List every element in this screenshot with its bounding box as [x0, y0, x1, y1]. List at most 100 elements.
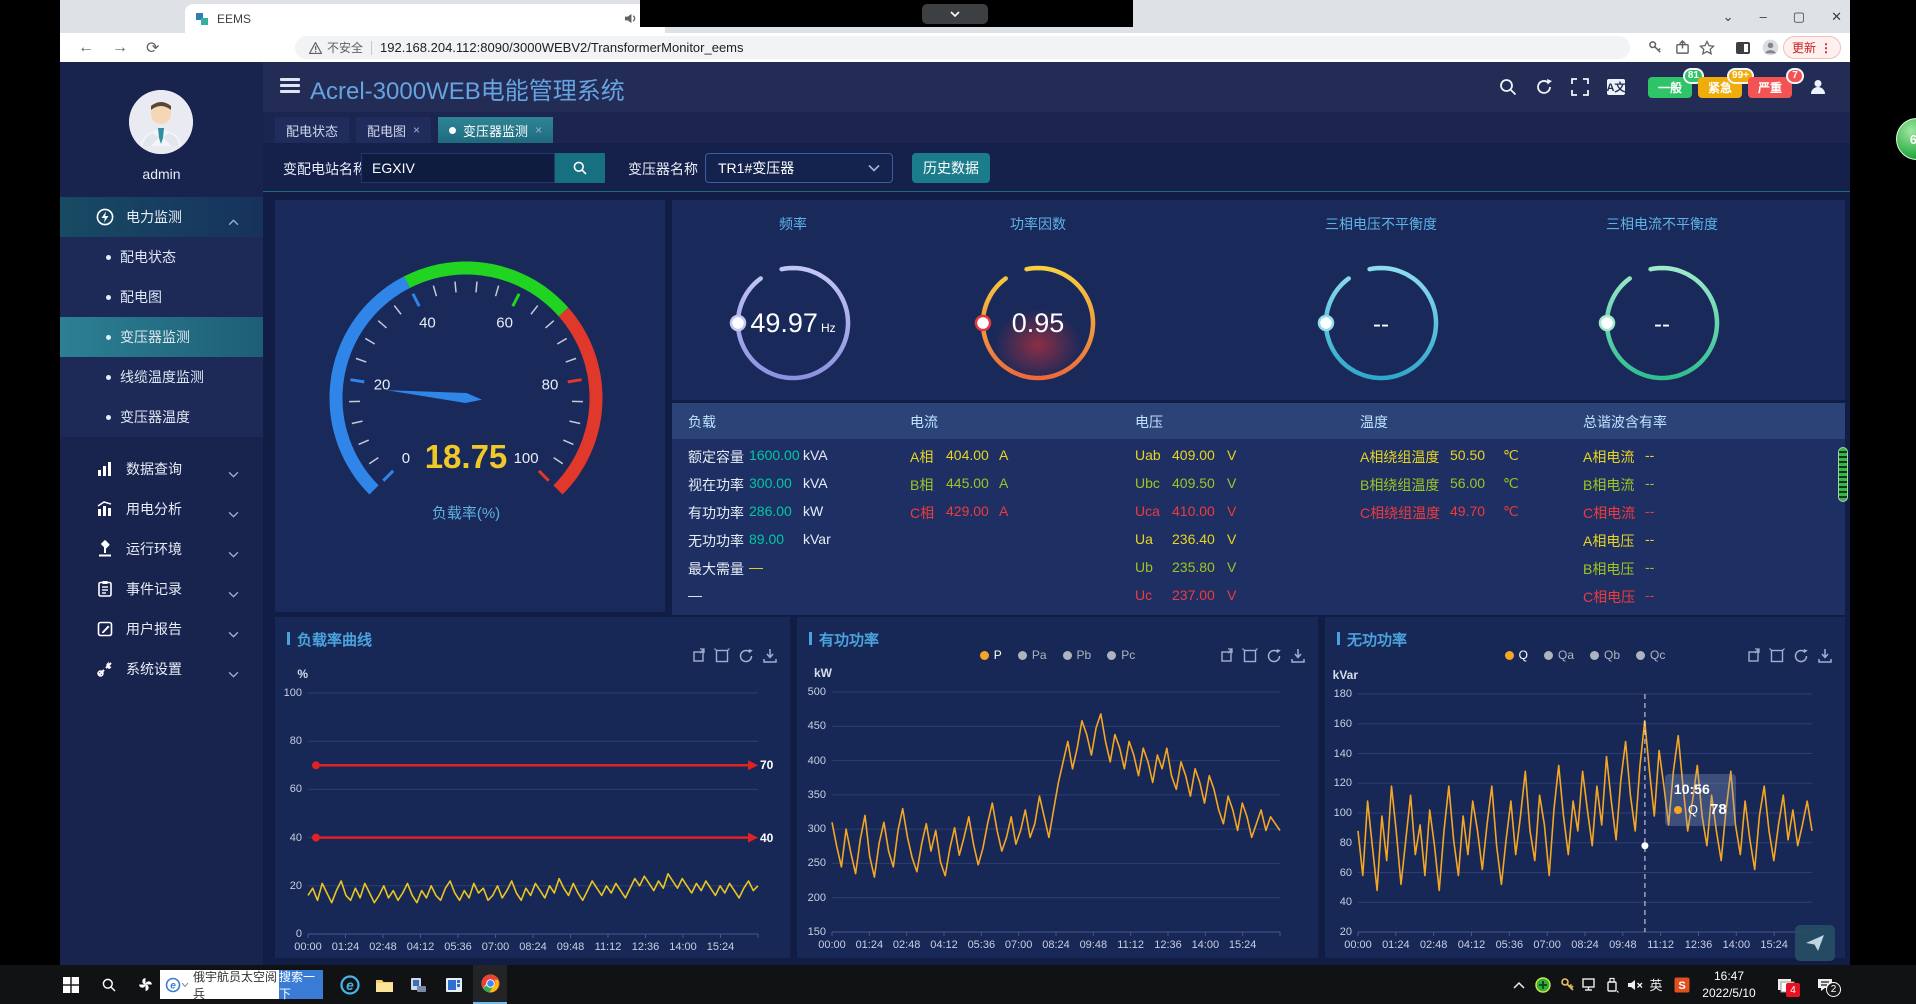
table-cell-value: 237.00 [1172, 587, 1215, 603]
taskbar-search-go-button[interactable]: 搜索一下 [279, 970, 323, 999]
tray-app-with-badge[interactable]: 4 [1772, 965, 1800, 1004]
y-tick-label: 20 [1318, 926, 1352, 938]
window-close-button[interactable]: ✕ [1831, 9, 1842, 25]
table-cell-label: B相电流 [1583, 475, 1634, 495]
y-tick-label: 450 [792, 720, 826, 732]
column-header-温度: 温度 [1360, 412, 1388, 432]
bullet-icon [106, 375, 111, 380]
pinwheel-app-icon[interactable] [130, 965, 160, 1004]
sidebar-group-用户报告[interactable]: 用户报告 [60, 609, 263, 649]
station-search-button[interactable] [555, 153, 605, 183]
menu-toggle-icon[interactable] [280, 78, 300, 94]
threshold-label: 70 [760, 758, 782, 772]
tray-clock[interactable]: 16:47 2022/5/10 [1694, 968, 1764, 1002]
table-header: 负载电流电压温度总谐波含有率 [672, 403, 1845, 439]
tab-变压器监测[interactable]: 变压器监测× [438, 117, 553, 143]
fullscreen-icon[interactable] [1570, 77, 1590, 97]
tab-配电图[interactable]: 配电图× [356, 117, 431, 143]
sidebar-group-事件记录[interactable]: 事件记录 [60, 569, 263, 609]
chevron-down-icon [949, 10, 961, 18]
tab-配电状态[interactable]: 配电状态 [275, 117, 349, 143]
tray-volume-muted-icon[interactable] [1623, 965, 1647, 1004]
refresh-icon[interactable] [1534, 77, 1554, 97]
taskbar-search-widget[interactable]: e 俄宇航员太空阅兵 搜索一下 [160, 970, 323, 999]
table-cell-unit: ℃ [1503, 447, 1519, 464]
window-menu-chevron[interactable]: ⌄ [1723, 9, 1734, 25]
back-button[interactable]: ← [78, 39, 94, 57]
table-cell-label: 最大需量 [688, 559, 744, 579]
alarm-badges: 一般81 紧急99+ 严重7 [1642, 77, 1792, 98]
forward-button[interactable]: → [112, 39, 128, 57]
tray-keys-icon[interactable] [1557, 965, 1579, 1004]
browser-avatar[interactable] [1760, 36, 1780, 59]
search-icon[interactable] [1498, 77, 1518, 97]
sidebar-item-线缆温度监测[interactable]: 线缆温度监测 [60, 357, 263, 397]
transformer-select[interactable]: TR1#变压器 [705, 153, 893, 183]
table-cell-unit: V [1227, 447, 1236, 463]
window-minimize-button[interactable]: – [1760, 9, 1767, 24]
events-icon [96, 580, 114, 598]
table-cell-unit: ℃ [1503, 503, 1519, 520]
history-data-button[interactable]: 历史数据 [912, 153, 990, 183]
paper-plane-icon [1805, 934, 1825, 952]
address-bar[interactable]: 不安全 192.168.204.112:8090/3000WEBV2/Trans… [295, 36, 1630, 59]
side-panel-icon[interactable] [1733, 36, 1753, 59]
update-button[interactable]: 更新 ⋮ [1783, 36, 1841, 59]
audio-playing-icon[interactable] [624, 12, 637, 25]
taskbar-search-query[interactable]: 俄宇航员太空阅兵 [189, 968, 279, 1002]
reload-button[interactable]: ⟳ [146, 38, 159, 58]
sidebar-group-用电分析[interactable]: 用电分析 [60, 489, 263, 529]
speed-ball-overlay[interactable]: 68 [1896, 118, 1916, 160]
sidebar-item-配电图[interactable]: 配电图 [60, 277, 263, 317]
video-quality-dropdown[interactable] [922, 4, 988, 24]
svg-text:100: 100 [514, 450, 539, 467]
sidebar-item-变压器温度[interactable]: 变压器温度 [60, 397, 263, 437]
tray-s-app-icon[interactable]: S [1670, 965, 1694, 1004]
table-cell-unit: A [999, 475, 1008, 491]
sidebar-group-系统设置[interactable]: 系统设置 [60, 649, 263, 689]
sidebar-item-变压器监测[interactable]: 变压器监测 [60, 317, 263, 357]
floating-chat-widget[interactable] [1795, 925, 1835, 961]
avatar[interactable] [129, 90, 193, 154]
ie-taskbar-icon[interactable]: e [334, 965, 366, 1004]
alarm-badge-紧急[interactable]: 紧急99+ [1698, 77, 1742, 98]
taskbar-search-icon[interactable] [94, 965, 124, 1004]
table-cell-unit: V [1227, 475, 1236, 491]
key-icon[interactable] [1645, 36, 1665, 59]
notification-center-icon[interactable]: 2 [1810, 965, 1840, 1004]
chrome-icon[interactable] [473, 965, 507, 1004]
tray-language-indicator[interactable]: 英 [1645, 965, 1667, 1004]
browser-tab[interactable]: EEMS ✕ [185, 4, 665, 33]
table-body: 额定容量1600.00kVA视在功率300.00kVA有功功率286.00kW无… [672, 439, 1845, 615]
media-app-icon[interactable] [438, 965, 470, 1004]
user-icon[interactable] [1808, 77, 1828, 97]
kebab-menu-icon[interactable]: ⋮ [1820, 41, 1832, 55]
ring-gauge-title: 频率 [703, 214, 883, 234]
tray-security-icon[interactable] [1532, 965, 1554, 1004]
bullet-icon [106, 255, 111, 260]
start-button[interactable] [56, 965, 86, 1004]
window-maximize-button[interactable]: ▢ [1793, 9, 1805, 25]
table-cell-value: 236.40 [1172, 531, 1215, 547]
sidebar-group-电力监测[interactable]: 电力监测 [60, 197, 263, 237]
table-cell-unit: kVA [803, 447, 828, 463]
file-explorer-icon[interactable] [368, 965, 400, 1004]
alarm-badge-一般[interactable]: 一般81 [1648, 77, 1692, 98]
share-icon[interactable] [1672, 36, 1692, 59]
tray-chevron-icon[interactable] [1508, 965, 1530, 1004]
dashboard: 02040608010018.75负载率(%) 频率49.97Hz功率因数0.9… [263, 192, 1850, 965]
device-manager-icon[interactable] [402, 965, 434, 1004]
tab-close-icon[interactable]: × [535, 123, 542, 137]
alarm-badge-严重[interactable]: 严重7 [1748, 77, 1792, 98]
sidebar-group-数据查询[interactable]: 数据查询 [60, 449, 263, 489]
security-warning[interactable]: 不安全 [309, 39, 363, 56]
translate-icon[interactable]: A文 [1606, 77, 1626, 97]
bookmark-star-icon[interactable] [1697, 36, 1717, 59]
station-input[interactable] [361, 153, 555, 183]
tab-close-icon[interactable]: × [413, 123, 420, 137]
tray-usb-icon[interactable] [1601, 965, 1623, 1004]
table-scrollbar[interactable] [1838, 447, 1848, 502]
sidebar-group-运行环境[interactable]: 运行环境 [60, 529, 263, 569]
sidebar-item-配电状态[interactable]: 配电状态 [60, 237, 263, 277]
tray-network-icon[interactable] [1579, 965, 1601, 1004]
